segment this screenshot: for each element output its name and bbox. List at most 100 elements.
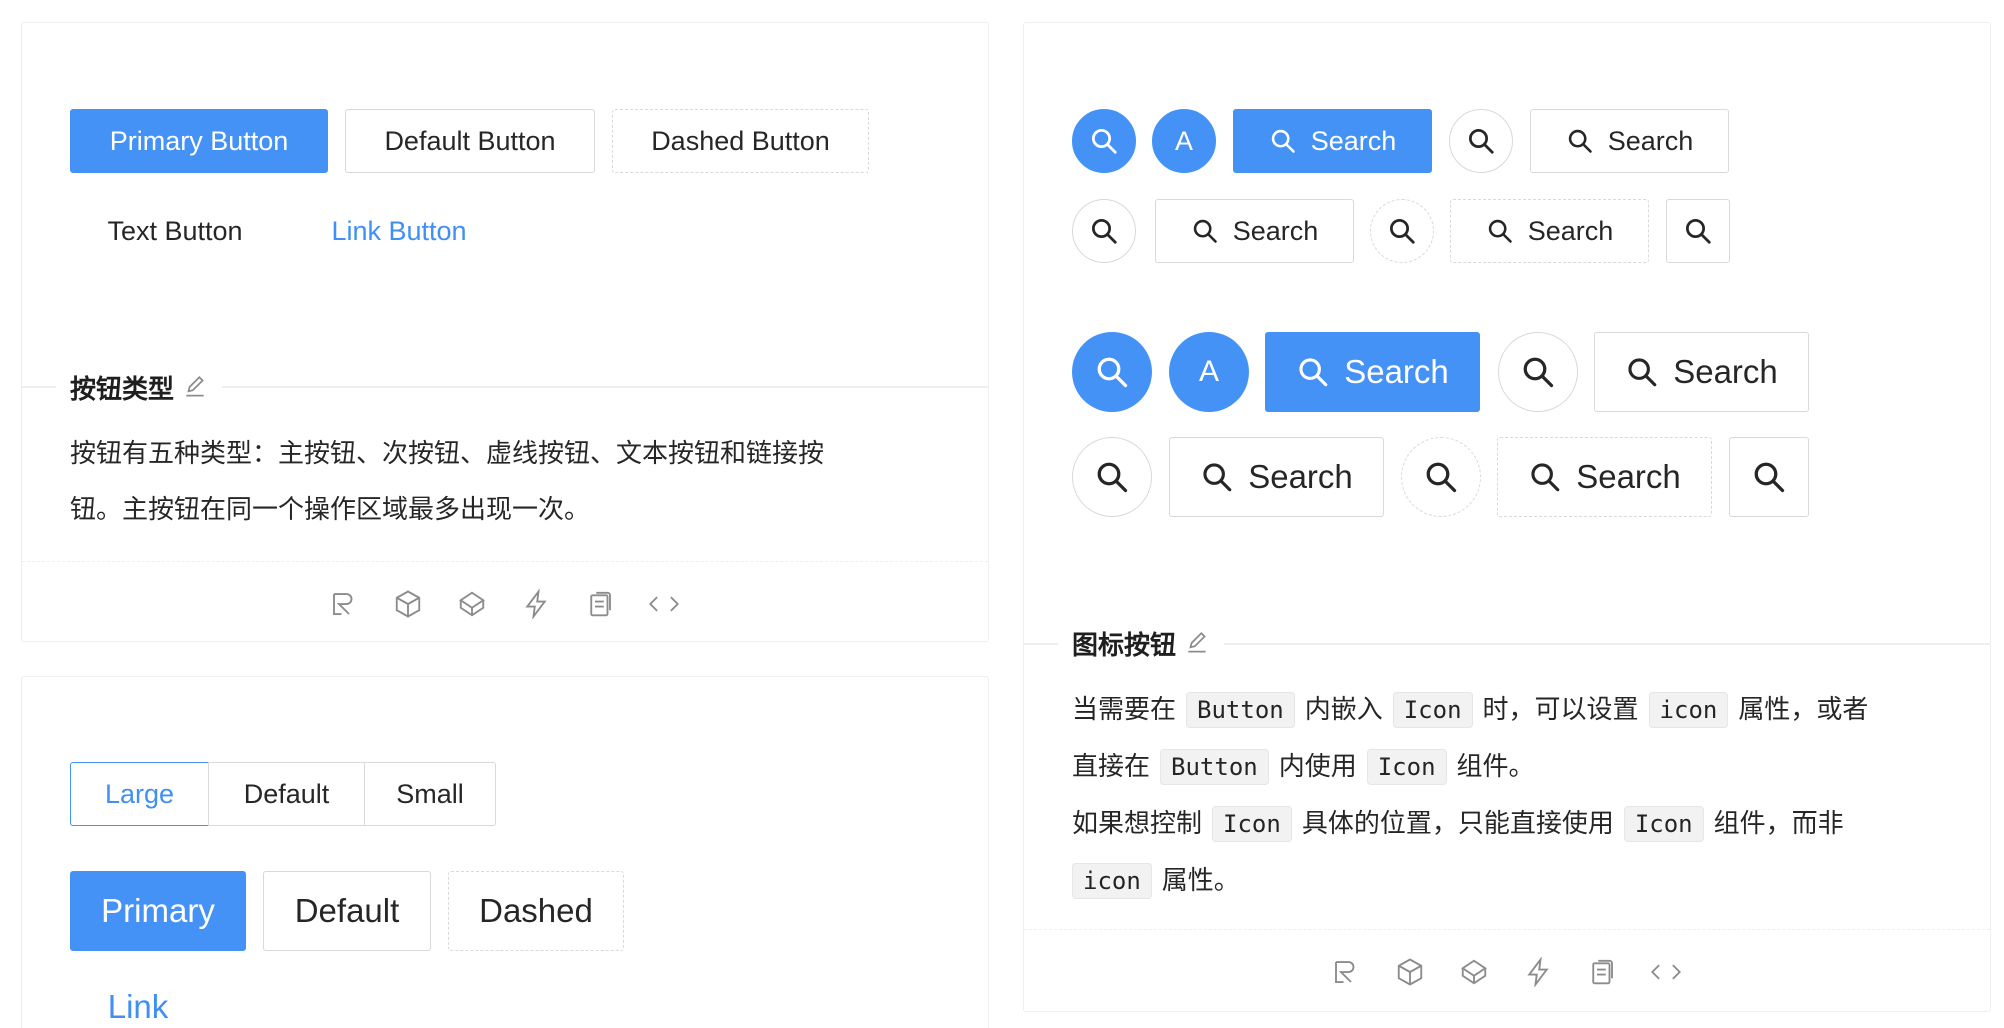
default-button[interactable]: Default Button <box>345 109 595 173</box>
primary-button-large[interactable]: Primary <box>70 871 246 951</box>
description-line: 如果想控制 Icon 具体的位置，只能直接使用 Icon 组件，而非 <box>1072 795 1972 852</box>
stackblitz-icon[interactable] <box>1458 956 1490 988</box>
button-size-card: Large Default Small Primary Default Dash… <box>21 676 989 1028</box>
search-circle-primary-button[interactable] <box>1072 109 1136 173</box>
description-text: 直接在 <box>1072 751 1151 781</box>
copy-icon[interactable] <box>584 588 616 620</box>
button-label: Search <box>1527 215 1614 246</box>
description-line: 当需要在 Button 内嵌入 Icon 时，可以设置 icon 属性，或者 <box>1072 681 1972 738</box>
description-text: 属性。 <box>1161 865 1240 895</box>
codepen-icon[interactable] <box>392 588 424 620</box>
search-icon <box>1520 354 1556 390</box>
search-icon <box>1191 217 1219 245</box>
code-actions <box>328 588 712 620</box>
code-expand-icon[interactable] <box>648 588 680 620</box>
description-line: 按钮有五种类型：主按钮、次按钮、虚线按钮、文本按钮和链接按 <box>70 438 825 468</box>
codesandbox-icon[interactable] <box>328 588 360 620</box>
link-button-large[interactable]: Link <box>70 975 206 1028</box>
search-circle-primary-button-large[interactable] <box>1072 332 1152 412</box>
search-dashed-button-large[interactable]: Search <box>1497 437 1712 517</box>
codepen-icon[interactable] <box>1394 956 1426 988</box>
description-text: 当需要在 <box>1072 694 1177 724</box>
inline-code: Icon <box>1623 806 1704 842</box>
description-text: 如果想控制 <box>1072 808 1203 838</box>
stackblitz-icon[interactable] <box>456 588 488 620</box>
section-description: 按钮有五种类型：主按钮、次按钮、虚线按钮、文本按钮和链接按 钮。主按钮在同一个操… <box>70 425 950 537</box>
actions-divider <box>22 561 988 562</box>
edit-icon[interactable] <box>1184 630 1210 656</box>
actions-divider <box>1024 929 1990 930</box>
dashed-button-large[interactable]: Dashed <box>448 871 624 951</box>
search-icon <box>1094 354 1130 390</box>
copy-icon[interactable] <box>1586 956 1618 988</box>
avatar-circle-primary-button-large[interactable]: A <box>1169 332 1249 412</box>
section-title: 按钮类型 <box>56 367 223 407</box>
edit-icon[interactable] <box>182 374 208 400</box>
inline-code: Button <box>1186 692 1295 728</box>
button-label: Search <box>1248 458 1353 495</box>
search-circle-default-button[interactable] <box>1072 199 1136 263</box>
codesandbox-icon[interactable] <box>1330 956 1362 988</box>
button-label: Search <box>1607 125 1694 156</box>
radio-default[interactable]: Default <box>208 762 365 826</box>
search-icon <box>1423 459 1459 495</box>
code-expand-icon[interactable] <box>1650 956 1682 988</box>
description-text: 组件。 <box>1456 751 1535 781</box>
search-default-button-large[interactable]: Search <box>1594 332 1809 412</box>
text-button[interactable]: Text Button <box>70 199 280 263</box>
radio-large[interactable]: Large <box>70 762 209 826</box>
button-label: Search <box>1673 353 1778 390</box>
search-icon <box>1200 460 1234 494</box>
link-button[interactable]: Link Button <box>294 199 504 263</box>
section-title-text: 按钮类型 <box>70 373 175 404</box>
inline-code: icon <box>1648 692 1729 728</box>
description-text: 内使用 <box>1278 751 1357 781</box>
search-icon <box>1296 355 1330 389</box>
description-line: 钮。主按钮在同一个操作区域最多出现一次。 <box>70 494 591 524</box>
search-circle-default-button-large[interactable] <box>1498 332 1578 412</box>
description-line: 直接在 Button 内使用 Icon 组件。 <box>1072 738 1972 795</box>
search-icon <box>1751 459 1787 495</box>
code-actions <box>1330 956 1714 988</box>
search-icon <box>1269 127 1297 155</box>
dashed-button[interactable]: Dashed Button <box>612 109 869 173</box>
primary-button[interactable]: Primary Button <box>70 109 328 173</box>
search-circle-dashed-button-large[interactable] <box>1401 437 1481 517</box>
search-icon <box>1683 216 1713 246</box>
search-dashed-button[interactable]: Search <box>1450 199 1649 263</box>
lightning-icon[interactable] <box>520 588 552 620</box>
search-default-button[interactable]: Search <box>1530 109 1729 173</box>
description-line: icon 属性。 <box>1072 852 1972 909</box>
search-icon <box>1089 126 1119 156</box>
lightning-icon[interactable] <box>1522 956 1554 988</box>
search-circle-dashed-button[interactable] <box>1370 199 1434 263</box>
search-icon <box>1566 127 1594 155</box>
search-icon <box>1089 216 1119 246</box>
description-text: 属性，或者 <box>1738 694 1869 724</box>
avatar-circle-primary-button[interactable]: A <box>1152 109 1216 173</box>
search-circle-default-button-large[interactable] <box>1072 437 1152 517</box>
search-default-button-large[interactable]: Search <box>1169 437 1384 517</box>
search-icon <box>1094 459 1130 495</box>
search-default-button[interactable]: Search <box>1155 199 1354 263</box>
description-text: 内嵌入 <box>1304 694 1383 724</box>
search-circle-default-button[interactable] <box>1449 109 1513 173</box>
inline-code: Icon <box>1212 806 1292 842</box>
button-type-card: Primary Button Default Button Dashed But… <box>21 22 989 642</box>
search-primary-button-large[interactable]: Search <box>1265 332 1480 412</box>
section-description: 当需要在 Button 内嵌入 Icon 时，可以设置 icon 属性，或者 直接在 Butt… <box>1072 681 1972 909</box>
button-label: Search <box>1310 125 1397 156</box>
radio-small[interactable]: Small <box>364 762 496 826</box>
search-square-default-button-large[interactable] <box>1729 437 1809 517</box>
inline-code: Icon <box>1392 692 1473 728</box>
search-icon <box>1486 217 1514 245</box>
search-icon <box>1625 355 1659 389</box>
section-title: 图标按钮 <box>1058 623 1225 663</box>
inline-code: Icon <box>1366 749 1447 785</box>
default-button-large[interactable]: Default <box>263 871 431 951</box>
search-primary-button[interactable]: Search <box>1233 109 1432 173</box>
icon-button-card: A Search Search Search Search A Search S… <box>1023 22 1991 1012</box>
search-square-default-button[interactable] <box>1666 199 1730 263</box>
button-label: Search <box>1576 458 1681 495</box>
search-icon <box>1387 216 1417 246</box>
